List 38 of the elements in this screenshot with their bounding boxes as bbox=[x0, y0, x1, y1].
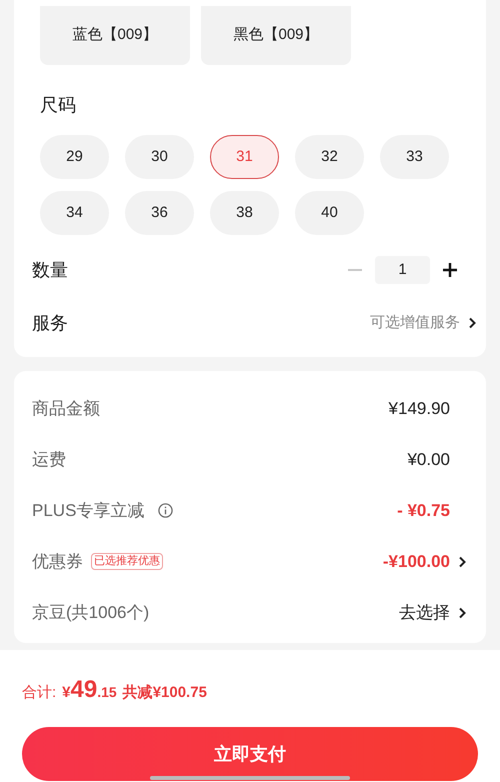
info-icon[interactable] bbox=[158, 503, 174, 518]
fee-value[interactable]: 去选择 bbox=[399, 600, 450, 626]
total-amount: ¥49.15 bbox=[62, 675, 117, 705]
fee-label: 商品金额 bbox=[32, 398, 100, 420]
coupon-tag: 已选推荐优惠 bbox=[91, 553, 163, 570]
total-label: 合计: bbox=[22, 683, 56, 703]
plus-icon bbox=[443, 263, 457, 277]
section-title: 尺码 bbox=[40, 94, 76, 117]
size-option[interactable]: 38 bbox=[210, 191, 279, 235]
size-option[interactable]: 29 bbox=[40, 135, 109, 179]
service-link[interactable]: 可选增值服务 bbox=[370, 312, 476, 334]
chevron-right-icon bbox=[458, 606, 466, 618]
size-option[interactable]: 40 bbox=[295, 191, 364, 235]
fee-label: PLUS专享立减 bbox=[32, 500, 144, 522]
quantity-label: 数量 bbox=[32, 258, 68, 282]
color-option[interactable]: 蓝色【009】 bbox=[40, 6, 190, 65]
fee-value: ¥0.00 bbox=[407, 448, 450, 471]
chevron-right-icon bbox=[458, 556, 466, 568]
chevron-right-icon bbox=[468, 317, 476, 329]
size-option[interactable]: 31 bbox=[210, 135, 279, 179]
fee-value: ¥149.90 bbox=[388, 398, 450, 420]
minus-icon bbox=[348, 269, 362, 271]
pay-button[interactable]: 立即支付 bbox=[22, 727, 478, 781]
fee-value[interactable]: -¥100.00 bbox=[382, 548, 450, 574]
color-option[interactable]: 黑色【009】 bbox=[201, 6, 351, 65]
size-option[interactable]: 30 bbox=[125, 135, 194, 179]
increment-button[interactable] bbox=[440, 260, 460, 280]
service-label: 服务 bbox=[32, 312, 68, 334]
fee-value: - ¥0.75 bbox=[397, 500, 450, 522]
fee-label: 京豆(共1006个) bbox=[32, 602, 150, 624]
size-option[interactable]: 33 bbox=[380, 135, 449, 179]
size-option[interactable]: 36 bbox=[125, 191, 194, 235]
size-option[interactable]: 32 bbox=[295, 135, 364, 179]
saving-amount: 共减¥100.75 bbox=[122, 683, 207, 703]
fee-label: 运费 bbox=[32, 448, 66, 471]
size-option[interactable]: 34 bbox=[40, 191, 109, 235]
quantity-field[interactable]: 1 bbox=[375, 256, 430, 284]
fee-label: 优惠券 bbox=[32, 550, 83, 573]
